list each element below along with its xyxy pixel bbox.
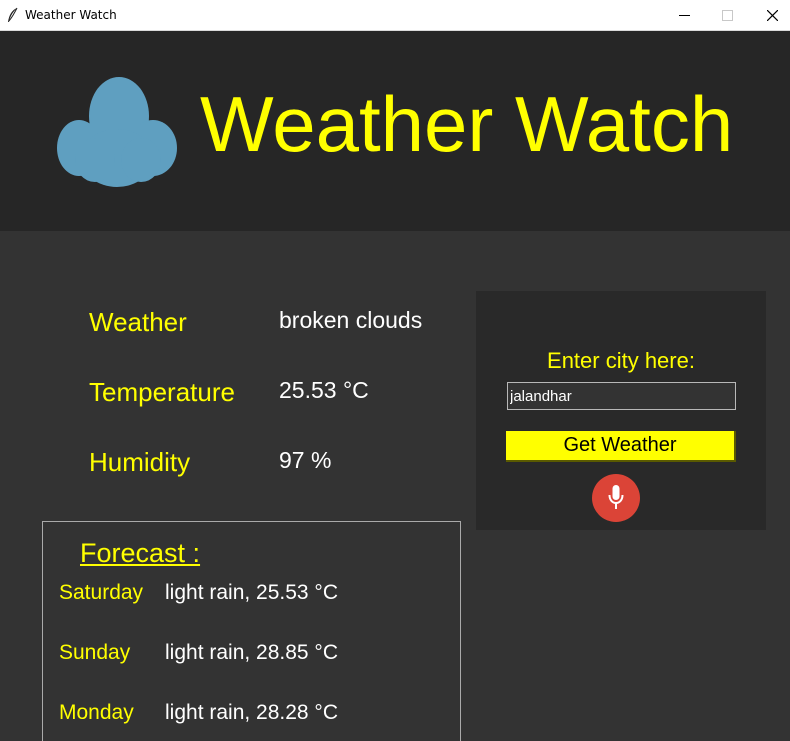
search-panel: Enter city here: Get Weather — [476, 291, 766, 530]
minimize-button[interactable] — [661, 0, 707, 30]
temperature-value: 25.53 °C — [279, 377, 369, 403]
forecast-value: light rain, 28.85 °C — [165, 641, 338, 664]
forecast-day: Sunday — [59, 641, 131, 664]
window-title: Weather Watch — [25, 8, 117, 22]
forecast-value: light rain, 28.28 °C — [165, 701, 338, 724]
forecast-panel: Forecast : Saturday light rain, 25.53 °C… — [42, 521, 461, 741]
get-weather-button[interactable]: Get Weather — [506, 431, 736, 462]
humidity-label: Humidity — [89, 447, 191, 477]
weather-value: broken clouds — [279, 307, 423, 333]
humidity-value: 97 % — [279, 447, 332, 473]
microphone-icon — [608, 485, 624, 509]
weather-label: Weather — [89, 307, 187, 337]
maximize-icon — [722, 10, 733, 21]
minimize-icon — [679, 15, 690, 16]
cloud-icon — [57, 77, 177, 187]
app-title: Weather Watch — [200, 80, 734, 168]
forecast-day: Saturday — [59, 581, 144, 604]
app-header: Weather Watch — [0, 31, 790, 231]
feather-icon — [8, 7, 18, 22]
close-button[interactable] — [749, 0, 790, 30]
forecast-day: Monday — [59, 701, 134, 724]
forecast-title: Forecast : — [80, 538, 201, 568]
city-prompt-label: Enter city here: — [547, 348, 695, 373]
close-icon — [767, 10, 778, 21]
voice-search-button[interactable] — [592, 474, 640, 522]
temperature-label: Temperature — [89, 377, 235, 407]
maximize-button[interactable] — [704, 0, 750, 30]
title-bar: Weather Watch — [0, 0, 790, 31]
city-input[interactable] — [507, 382, 736, 410]
forecast-value: light rain, 25.53 °C — [165, 581, 338, 604]
